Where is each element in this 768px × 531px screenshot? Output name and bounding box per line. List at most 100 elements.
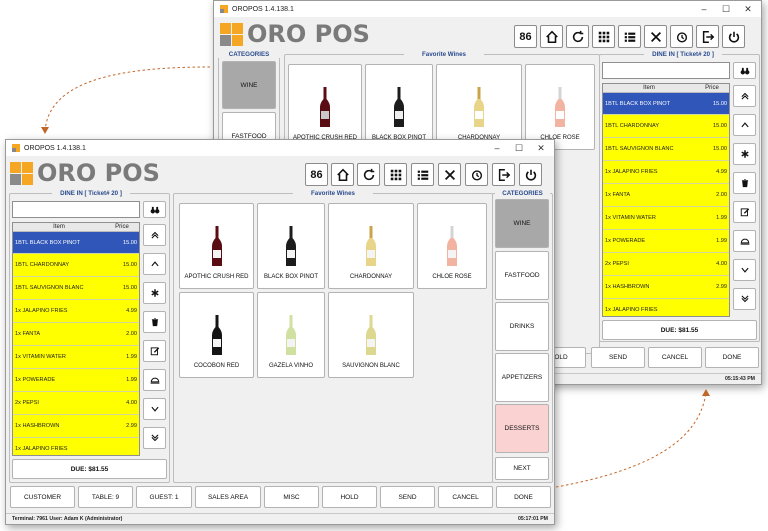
- ticket-row[interactable]: 1x HASHBROWN 2.99: [603, 276, 729, 299]
- action-button-send[interactable]: SEND: [380, 486, 435, 508]
- logout-icon[interactable]: [492, 163, 515, 186]
- action-button-hold[interactable]: HOLD: [322, 486, 377, 508]
- action-button-sales-area[interactable]: SALES AREA: [195, 486, 261, 508]
- modifier-icon[interactable]: [143, 282, 166, 304]
- back-wine-chloe[interactable]: CHLOE ROSE: [525, 64, 595, 150]
- close-button[interactable]: ✕: [530, 140, 552, 156]
- back-done-button[interactable]: DONE: [705, 347, 759, 368]
- back-categories-title: CATEGORIES: [218, 51, 280, 58]
- ticket-row[interactable]: 1x JALAPINO FRIES: [13, 438, 139, 455]
- tools-icon[interactable]: [438, 163, 461, 186]
- ticket-row[interactable]: 1BTL BLACK BOX PINOT 15.00: [603, 93, 729, 115]
- counter-button[interactable]: 86: [514, 25, 537, 48]
- ticket-row[interactable]: 1x POWERADE 1.99: [13, 369, 139, 392]
- scroll-up-icon[interactable]: [733, 114, 756, 136]
- ticket-row[interactable]: 1BTL SAUVIGNON BLANC 15.00: [603, 138, 729, 161]
- search-input[interactable]: [12, 201, 140, 218]
- power-icon[interactable]: [519, 163, 542, 186]
- ticket-row[interactable]: 1x HASHBROWN 2.99: [13, 415, 139, 438]
- ticket-row[interactable]: 1x JALAPINO FRIES 4.99: [13, 300, 139, 323]
- wine-item-button[interactable]: APOTHIC CRUSH RED: [179, 203, 254, 289]
- history-icon[interactable]: [465, 163, 488, 186]
- wine-item-button[interactable]: BLACK BOX PINOT: [257, 203, 325, 289]
- back-wine-apothic[interactable]: APOTHIC CRUSH RED: [288, 64, 362, 150]
- ticket-row[interactable]: 1x FANTA 2.00: [603, 184, 729, 207]
- scroll-down-icon[interactable]: [143, 398, 166, 420]
- delete-icon[interactable]: [143, 311, 166, 333]
- list-icon[interactable]: [618, 25, 641, 48]
- ticket-item-price: 15.00: [713, 100, 727, 107]
- modifier-icon[interactable]: [733, 143, 756, 165]
- ticket-row[interactable]: 1BTL SAUVIGNON BLANC 15.00: [13, 277, 139, 300]
- ticket-row[interactable]: 1x FANTA 2.00: [13, 323, 139, 346]
- minimize-button[interactable]: –: [693, 1, 715, 17]
- serve-icon[interactable]: [143, 369, 166, 391]
- maximize-button[interactable]: ☐: [508, 140, 530, 156]
- wine-item-button[interactable]: COCOBON RED: [179, 292, 254, 378]
- home-icon[interactable]: [331, 163, 354, 186]
- minimize-button[interactable]: –: [486, 140, 508, 156]
- history-icon[interactable]: [670, 25, 693, 48]
- delete-icon[interactable]: [733, 172, 756, 194]
- category-fastfood[interactable]: FASTFOOD: [495, 251, 549, 300]
- scroll-bottom-icon[interactable]: [733, 288, 756, 310]
- back-wine-chardonnay[interactable]: CHARDONNAY: [436, 64, 522, 150]
- scroll-bottom-icon[interactable]: [143, 427, 166, 449]
- ticket-row[interactable]: 2x PEPSI 4.00: [603, 253, 729, 276]
- action-button-guest-1[interactable]: GUEST: 1: [136, 486, 192, 508]
- action-button-done[interactable]: DONE: [496, 486, 551, 508]
- ticket-row[interactable]: 1BTL BLACK BOX PINOT 15.00: [13, 232, 139, 254]
- maximize-button[interactable]: ☐: [715, 1, 737, 17]
- ticket-row[interactable]: 1x JALAPINO FRIES 4.99: [603, 161, 729, 184]
- category-desserts[interactable]: DESSERTS: [495, 404, 549, 453]
- serve-icon[interactable]: [733, 230, 756, 252]
- back-send-button[interactable]: SEND: [591, 347, 645, 368]
- category-drinks[interactable]: DRINKS: [495, 302, 549, 351]
- ticket-row[interactable]: 1x VITAMIN WATER 1.99: [13, 346, 139, 369]
- ticket-row[interactable]: 1BTL CHARDONNAY 15.00: [13, 254, 139, 277]
- wine-item-button[interactable]: CHLOE ROSE: [417, 203, 487, 289]
- action-button-cancel[interactable]: CANCEL: [438, 486, 493, 508]
- ticket-row[interactable]: 1x JALAPINO FRIES: [603, 299, 729, 316]
- back-search-input[interactable]: [602, 62, 730, 79]
- scroll-down-icon[interactable]: [733, 259, 756, 281]
- scroll-top-icon[interactable]: [143, 224, 166, 246]
- edit-icon[interactable]: [143, 340, 166, 362]
- ticket-item-name: 1x FANTA: [605, 192, 631, 198]
- scroll-up-icon[interactable]: [143, 253, 166, 275]
- counter-button[interactable]: 86: [305, 163, 328, 186]
- ticket-row[interactable]: 1x POWERADE 1.99: [603, 230, 729, 253]
- category-appetizers[interactable]: APPETIZERS: [495, 353, 549, 402]
- tools-icon[interactable]: [644, 25, 667, 48]
- back-category-wine[interactable]: WINE: [222, 61, 276, 109]
- scroll-top-icon[interactable]: [733, 85, 756, 107]
- home-icon[interactable]: [540, 25, 563, 48]
- back-wine-blackbox[interactable]: BLACK BOX PINOT: [365, 64, 433, 150]
- list-icon[interactable]: [411, 163, 434, 186]
- ticket-item-name: 1x HASHBROWN: [15, 423, 60, 429]
- action-button-misc[interactable]: MISC: [264, 486, 319, 508]
- wine-bottle-icon: [366, 226, 376, 266]
- binoculars-icon[interactable]: [143, 201, 166, 218]
- ticket-row[interactable]: 1BTL CHARDONNAY 15.00: [603, 115, 729, 138]
- wine-item-button[interactable]: CHARDONNAY: [328, 203, 414, 289]
- grid-icon[interactable]: [384, 163, 407, 186]
- wine-item-button[interactable]: GAZELA VINHO: [257, 292, 325, 378]
- action-button-table-9[interactable]: TABLE: 9: [78, 486, 133, 508]
- refresh-icon[interactable]: [566, 25, 589, 48]
- category-wine[interactable]: WINE: [495, 199, 549, 248]
- grid-icon[interactable]: [592, 25, 615, 48]
- ticket-item-price: 2.99: [126, 423, 137, 429]
- back-cancel-button[interactable]: CANCEL: [648, 347, 702, 368]
- edit-icon[interactable]: [733, 201, 756, 223]
- action-button-customer[interactable]: CUSTOMER: [10, 486, 75, 508]
- close-button[interactable]: ✕: [737, 1, 759, 17]
- power-icon[interactable]: [722, 25, 745, 48]
- wine-item-button[interactable]: SAUVIGNON BLANC: [328, 292, 414, 378]
- ticket-row[interactable]: 2x PEPSI 4.00: [13, 392, 139, 415]
- refresh-icon[interactable]: [357, 163, 380, 186]
- logout-icon[interactable]: [696, 25, 719, 48]
- next-button[interactable]: NEXT: [495, 457, 549, 480]
- ticket-row[interactable]: 1x VITAMIN WATER 1.99: [603, 207, 729, 230]
- binoculars-icon[interactable]: [733, 62, 756, 79]
